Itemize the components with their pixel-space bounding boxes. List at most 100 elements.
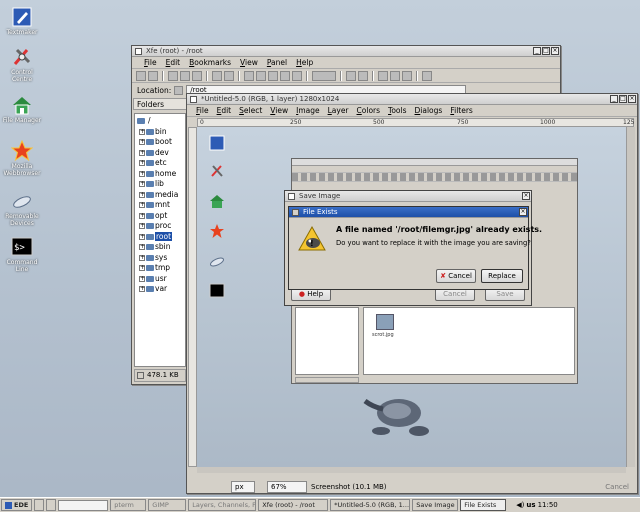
close-icon[interactable]: × [522, 192, 530, 200]
cut-icon[interactable] [256, 71, 266, 81]
horizontal-ruler[interactable]: 0 250 500 750 1000 125 [197, 118, 634, 127]
vertical-ruler[interactable] [188, 127, 197, 467]
tree-item-bin[interactable]: + bin [135, 127, 185, 138]
tree-item-tmp[interactable]: + tmp [135, 263, 185, 274]
menu-file[interactable]: File [144, 57, 157, 68]
workspace-select[interactable] [58, 499, 109, 511]
tree-item-boot[interactable]: + boot [135, 137, 185, 148]
expand-icon[interactable]: + [139, 181, 145, 187]
expand-icon[interactable]: + [139, 202, 145, 208]
tree-item-sys[interactable]: + sys [135, 253, 185, 264]
tree-item-dev[interactable]: + dev [135, 148, 185, 159]
list-view-icon[interactable] [390, 71, 400, 81]
cancel-button[interactable]: ✘ Cancel [436, 269, 476, 283]
desktop-icon-command-line[interactable]: $> Command Line [2, 236, 42, 273]
paste-icon[interactable] [268, 71, 278, 81]
menu-filters[interactable]: Filters [450, 105, 473, 116]
save-image-titlebar[interactable]: Save Image × [285, 191, 531, 202]
file-exists-dialog[interactable]: File Exists × ! A file named '/root/file… [288, 206, 542, 290]
show-desktop-icon[interactable] [34, 499, 45, 511]
two-panel-icon[interactable] [358, 71, 368, 81]
volume-icon[interactable]: ◀) [516, 501, 524, 509]
task-xfe[interactable]: Xfe (root) - /root [258, 499, 329, 511]
desktop-icon-textmaker[interactable]: Textmaker [2, 6, 42, 36]
tree-item-root[interactable]: + root [135, 231, 185, 243]
tree-item-var[interactable]: + var [135, 284, 185, 295]
vertical-scrollbar[interactable] [626, 127, 635, 467]
tree-item-mnt[interactable]: + mnt [135, 200, 185, 211]
gimp-titlebar[interactable]: *Untitled-5.0 (RGB, 1 layer) 1280x1024 _… [187, 94, 637, 105]
refresh-icon[interactable] [168, 71, 178, 81]
task-gimp-image[interactable]: *Untitled-5.0 (RGB, 1... [330, 499, 411, 511]
expand-icon[interactable]: + [139, 139, 145, 145]
quit-icon[interactable] [422, 71, 432, 81]
zoom-select[interactable]: 67% [267, 480, 307, 493]
menu-help[interactable]: Help [296, 57, 313, 68]
locale-indicator[interactable]: us [526, 501, 535, 509]
minimize-icon[interactable]: _ [533, 47, 541, 55]
window-menu-icon[interactable] [288, 193, 295, 200]
xfe-titlebar[interactable]: Xfe (root) - /root _ □ × [132, 46, 560, 57]
menu-view[interactable]: View [240, 57, 258, 68]
expand-icon[interactable]: + [139, 275, 145, 282]
detail-view-icon[interactable] [402, 71, 412, 81]
expand-icon[interactable]: + [139, 265, 145, 271]
new-file-icon[interactable] [212, 71, 222, 81]
expand-icon[interactable]: + [139, 244, 145, 250]
desktop-icon-file-manager[interactable]: File Manager [2, 94, 42, 124]
tree-item-media[interactable]: + media [135, 190, 185, 201]
expand-icon[interactable]: + [139, 254, 145, 261]
menu-dialogs[interactable]: Dialogs [415, 105, 443, 116]
terminal-icon[interactable] [180, 71, 190, 81]
rename-icon[interactable] [280, 71, 290, 81]
expand-icon[interactable]: + [139, 160, 145, 166]
start-button[interactable]: EDE [1, 499, 33, 511]
menu-tools[interactable]: Tools [388, 105, 406, 116]
horizontal-scrollbar[interactable] [197, 467, 626, 473]
menu-colors[interactable]: Colors [357, 105, 381, 116]
tree-item-sbin[interactable]: + sbin [135, 242, 185, 253]
expand-icon[interactable]: + [139, 191, 145, 198]
desktop-icon-mozilla[interactable]: Mozilla Webbrowser [2, 139, 42, 177]
up-icon[interactable] [136, 71, 146, 81]
menu-layer[interactable]: Layer [328, 105, 349, 116]
folders-header[interactable]: Folders [133, 98, 189, 110]
trash-icon[interactable] [312, 71, 336, 81]
window-menu-icon[interactable] [190, 96, 197, 103]
menu-bookmarks[interactable]: Bookmarks [189, 57, 231, 68]
task-gimp[interactable]: GIMP [148, 499, 187, 511]
task-save-image[interactable]: Save Image [412, 499, 459, 511]
home-icon[interactable] [148, 71, 158, 81]
menu-panel[interactable]: Panel [267, 57, 287, 68]
new-folder-icon[interactable] [224, 71, 234, 81]
icons-view-icon[interactable] [378, 71, 388, 81]
tree-item-usr[interactable]: + usr [135, 274, 185, 285]
maximize-icon[interactable]: □ [619, 95, 627, 103]
window-menu-icon[interactable] [135, 48, 142, 55]
task-layers[interactable]: Layers, Channels, P... [188, 499, 257, 511]
cancel-button[interactable]: Cancel [605, 483, 635, 491]
close-icon[interactable]: × [551, 47, 559, 55]
clear-location-icon[interactable] [174, 85, 184, 95]
minimize-icon[interactable]: _ [610, 95, 618, 103]
desktop-icon-control-centre[interactable]: Control Centre [2, 46, 42, 83]
close-icon[interactable]: × [519, 208, 527, 216]
task-pterm[interactable]: pterm [110, 499, 147, 511]
tree-item-lib[interactable]: + lib [135, 179, 185, 190]
expand-icon[interactable]: + [139, 149, 145, 156]
desktop-icon-removable-devices[interactable]: Removable Devices [2, 190, 42, 227]
maximize-icon[interactable]: □ [542, 47, 550, 55]
menu-image[interactable]: Image [296, 105, 320, 116]
copy-icon[interactable] [244, 71, 254, 81]
quick-launch-icon[interactable] [46, 499, 57, 511]
tree-item-home[interactable]: + home [135, 169, 185, 180]
expand-icon[interactable]: + [139, 170, 145, 177]
replace-button[interactable]: Replace [481, 269, 523, 283]
tree-item-root-dir[interactable]: / [135, 116, 185, 127]
sync-icon[interactable] [192, 71, 202, 81]
window-menu-icon[interactable] [292, 209, 299, 216]
expand-icon[interactable]: + [139, 233, 145, 240]
folder-tree[interactable]: / + bin + boot + dev + etc + home + lib + media + mnt + op… [134, 113, 186, 367]
tree-item-opt[interactable]: + opt [135, 211, 185, 222]
task-file-exists[interactable]: File Exists [460, 499, 507, 511]
